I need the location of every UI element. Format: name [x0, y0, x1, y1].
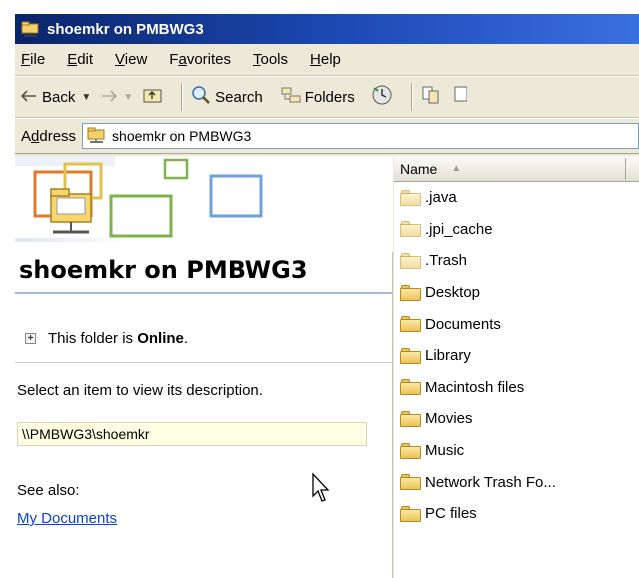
back-arrow-icon — [20, 89, 37, 106]
description-text: Select an item to view its description. — [17, 382, 263, 399]
task-pane: shoemkr on PMBWG3 + This folder is Onlin… — [15, 156, 393, 578]
folder-icon — [400, 474, 422, 491]
move-to-button[interactable] — [421, 85, 443, 109]
menu-item[interactable]: Tools — [253, 51, 288, 68]
folders-button[interactable]: Folders — [281, 86, 355, 108]
file-list: Name ▲ .java .jpi_cache .Trash Desktop Docum… — [394, 156, 639, 578]
copy-to-button[interactable] — [453, 85, 468, 109]
folder-icon — [400, 379, 422, 396]
network-folder-icon — [21, 20, 41, 38]
menu-item[interactable]: Edit — [67, 51, 93, 68]
name-column-label: Name — [400, 160, 438, 177]
file-row[interactable]: PC files — [394, 498, 639, 530]
toolbar-separator — [181, 83, 184, 111]
file-rows: .java .jpi_cache .Trash Desktop Documents Lib… — [394, 182, 639, 530]
file-row[interactable]: .jpi_cache — [394, 214, 639, 246]
file-row[interactable]: .java — [394, 182, 639, 214]
back-dropdown-icon[interactable]: ▼ — [81, 92, 91, 103]
network-folder-icon — [87, 126, 107, 147]
folder-icon — [400, 221, 422, 238]
folder-icon — [400, 316, 422, 333]
menu-item[interactable]: Favorites — [169, 51, 231, 68]
menu-item[interactable]: File — [21, 51, 45, 68]
move-to-icon — [421, 85, 443, 109]
window-title: shoemkr on PMBWG3 — [47, 20, 204, 38]
folder-icon — [400, 410, 422, 427]
title-bar[interactable]: shoemkr on PMBWG3 — [15, 14, 639, 44]
name-column-header[interactable]: Name ▲ — [394, 156, 639, 182]
file-row[interactable]: Network Trash Fo... — [394, 466, 639, 498]
my-documents-link[interactable]: My Documents — [17, 510, 117, 527]
file-name: .java — [425, 189, 457, 207]
file-name: Documents — [425, 315, 501, 333]
file-row[interactable]: Library — [394, 340, 639, 372]
search-button[interactable]: Search — [191, 85, 263, 109]
task-pane-title: shoemkr on PMBWG3 — [19, 256, 308, 284]
folder-icon — [400, 284, 422, 301]
address-label: Address — [21, 127, 77, 145]
file-row[interactable]: Documents — [394, 308, 639, 340]
file-row[interactable]: Movies — [394, 403, 639, 435]
copy-to-icon — [453, 85, 468, 109]
file-name: .jpi_cache — [425, 220, 493, 238]
folder-icon — [400, 442, 422, 459]
address-value: shoemkr on PMBWG3 — [112, 128, 252, 144]
history-clock-icon — [371, 84, 393, 110]
file-name: Movies — [425, 410, 473, 428]
section-divider — [15, 362, 393, 363]
search-label: Search — [215, 88, 263, 106]
status-prefix: This folder is — [48, 330, 138, 347]
up-folder-button[interactable] — [143, 86, 163, 108]
network-path-field: \\PMBWG3\shoemkr — [17, 422, 367, 446]
back-button[interactable]: Back ▼ — [20, 88, 91, 106]
folders-tree-icon — [281, 86, 301, 108]
menu-bar: File Edit View Favorites Tools Help — [15, 44, 639, 76]
folder-status-section[interactable]: + This folder is Online. — [25, 330, 188, 347]
folder-icon — [400, 505, 422, 522]
menu-item[interactable]: View — [115, 51, 147, 68]
mouse-pointer-icon — [311, 472, 333, 508]
folder-icon — [400, 347, 422, 364]
sort-ascending-icon: ▲ — [451, 163, 462, 174]
file-name: Library — [425, 347, 471, 365]
file-name: Desktop — [425, 284, 481, 302]
forward-dropdown-icon[interactable]: ▼ — [123, 92, 133, 103]
expand-plus-icon[interactable]: + — [25, 333, 36, 344]
toolbar-separator — [410, 83, 413, 111]
file-name: Music — [425, 442, 465, 460]
address-bar: Address shoemkr on PMBWG3 — [15, 118, 639, 154]
folder-icon — [400, 252, 422, 269]
see-also-label: See also: — [17, 482, 80, 499]
file-name: Network Trash Fo... — [425, 473, 556, 491]
search-icon — [191, 85, 211, 109]
column-divider[interactable] — [625, 158, 626, 180]
file-name: .Trash — [425, 252, 467, 270]
status-suffix: . — [183, 330, 189, 347]
status-value: Online — [137, 330, 184, 347]
title-divider — [15, 292, 393, 294]
forward-button[interactable]: ▼ — [101, 89, 133, 106]
file-row[interactable]: Macintosh files — [394, 372, 639, 404]
folders-label: Folders — [304, 88, 355, 106]
back-label: Back — [42, 88, 76, 106]
history-button[interactable] — [371, 84, 393, 110]
file-row[interactable]: .Trash — [394, 245, 639, 277]
file-row[interactable]: Desktop — [394, 277, 639, 309]
file-name: Macintosh files — [425, 378, 525, 396]
file-name: PC files — [425, 505, 477, 523]
address-field[interactable]: shoemkr on PMBWG3 — [82, 123, 639, 149]
content-area: shoemkr on PMBWG3 + This folder is Onlin… — [15, 156, 639, 578]
toolbar: Back ▼ ▼ Search Folders — [15, 76, 639, 118]
file-row[interactable]: Music — [394, 435, 639, 467]
up-folder-icon — [143, 86, 163, 108]
menu-item[interactable]: Help — [310, 51, 341, 68]
explorer-window: shoemkr on PMBWG3 File Edit View Favorites T… — [14, 14, 639, 578]
folder-icon — [400, 189, 422, 206]
forward-arrow-icon — [101, 89, 118, 106]
